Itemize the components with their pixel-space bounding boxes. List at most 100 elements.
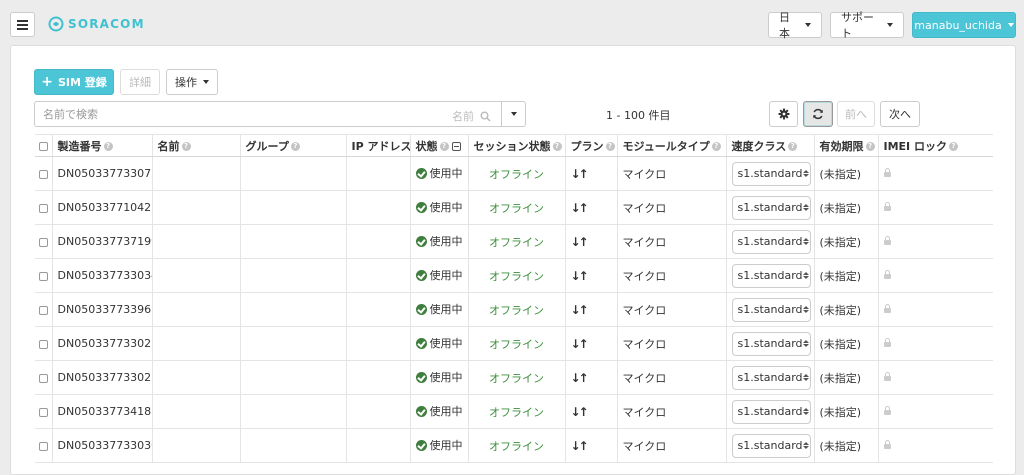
row-checkbox[interactable] — [39, 441, 48, 451]
speed-class-select[interactable]: s1.standard — [731, 161, 811, 186]
group-cell[interactable] — [240, 292, 347, 327]
help-icon[interactable]: ? — [552, 142, 562, 151]
help-icon[interactable]: ? — [290, 142, 300, 151]
settings-button[interactable] — [769, 101, 798, 127]
lock-icon[interactable] — [883, 372, 891, 381]
refresh-button[interactable] — [803, 101, 833, 127]
header-plan[interactable]: プラン? — [565, 134, 618, 157]
header-status[interactable]: 状態? — [410, 134, 469, 157]
table-row[interactable]: DN0503377330220 使用中 オフライン ↓↑ マイクロ s1.sta… — [35, 360, 993, 395]
help-icon[interactable]: ? — [948, 142, 958, 151]
lock-icon[interactable] — [883, 168, 891, 177]
speed-class-select[interactable]: s1.standard — [731, 433, 811, 458]
register-sim-button[interactable]: + SIM 登録 — [34, 69, 114, 95]
help-icon[interactable]: ? — [788, 142, 798, 151]
status-label: 使用中 — [429, 371, 463, 385]
speed-class-select[interactable]: s1.standard — [731, 229, 811, 254]
select-all-checkbox[interactable] — [39, 141, 48, 151]
lock-icon[interactable] — [883, 304, 891, 313]
row-checkbox[interactable] — [39, 305, 48, 315]
row-checkbox[interactable] — [39, 339, 48, 349]
help-icon[interactable]: ? — [711, 142, 721, 151]
name-cell[interactable] — [152, 326, 241, 361]
group-cell[interactable] — [240, 394, 347, 429]
help-icon[interactable]: ? — [103, 142, 113, 151]
up-down-arrows-icon: ↓↑ — [570, 336, 589, 351]
menu-button[interactable] — [10, 12, 35, 37]
next-page-button[interactable]: 次へ — [880, 101, 920, 127]
help-icon[interactable]: ? — [439, 142, 449, 151]
group-cell[interactable] — [240, 428, 347, 463]
name-cell[interactable] — [152, 156, 241, 191]
user-dropdown[interactable]: manabu_uchida — [912, 12, 1016, 38]
details-button[interactable]: 詳細 — [120, 69, 160, 95]
name-cell[interactable] — [152, 394, 241, 429]
help-icon[interactable]: ? — [605, 142, 615, 151]
header-module[interactable]: モジュールタイプ? — [617, 134, 727, 157]
speed-class-select[interactable]: s1.standard — [731, 399, 811, 424]
header-group[interactable]: グループ? — [240, 134, 347, 157]
select-arrows-icon — [802, 306, 809, 313]
group-cell[interactable] — [240, 190, 347, 225]
table-row[interactable]: DN0503377330340 使用中 オフライン ↓↑ マイクロ s1.sta… — [35, 258, 993, 293]
lock-icon[interactable] — [883, 406, 891, 415]
table-row[interactable]: DN0503377339650 使用中 オフライン ↓↑ マイクロ s1.sta… — [35, 292, 993, 327]
name-cell[interactable] — [152, 190, 241, 225]
speed-class-value: s1.standard — [737, 405, 803, 418]
header-name[interactable]: 名前? — [152, 134, 241, 157]
header-expiry[interactable]: 有効期限? — [814, 134, 879, 157]
speed-class-select[interactable]: s1.standard — [731, 297, 811, 322]
row-checkbox[interactable] — [39, 203, 48, 213]
prev-page-button[interactable]: 前へ — [837, 101, 875, 127]
name-cell[interactable] — [152, 428, 241, 463]
serial-number: DN0503377330300 — [57, 439, 152, 452]
group-cell[interactable] — [240, 258, 347, 293]
lock-icon[interactable] — [883, 338, 891, 347]
table-row[interactable]: DN0503377330300 使用中 オフライン ↓↑ マイクロ s1.sta… — [35, 428, 993, 463]
sim-list-panel: + SIM 登録 詳細 操作 名前で検索 名前 1 - 100 件目 前へ 次へ… — [10, 45, 1016, 475]
speed-class-select[interactable]: s1.standard — [731, 195, 811, 220]
speed-class-select[interactable]: s1.standard — [731, 263, 811, 288]
search-input[interactable]: 名前で検索 名前 — [34, 101, 502, 127]
language-dropdown[interactable]: 日本 — [768, 11, 822, 40]
filter-icon[interactable] — [451, 142, 461, 151]
help-icon[interactable]: ? — [865, 142, 875, 151]
header-session[interactable]: セッション状態? — [468, 134, 566, 157]
group-cell[interactable] — [240, 326, 347, 361]
search-options-dropdown[interactable] — [501, 101, 526, 127]
group-cell[interactable] — [240, 360, 347, 395]
logo[interactable]: SORACOM — [48, 16, 145, 32]
lock-icon[interactable] — [883, 236, 891, 245]
support-dropdown[interactable]: サポート — [830, 11, 904, 40]
row-checkbox[interactable] — [39, 373, 48, 383]
row-checkbox[interactable] — [39, 237, 48, 247]
lock-icon[interactable] — [883, 440, 891, 449]
header-serial[interactable]: 製造番号? — [52, 134, 153, 157]
speed-class-select[interactable]: s1.standard — [731, 331, 811, 356]
lock-icon[interactable] — [883, 270, 891, 279]
group-cell[interactable] — [240, 224, 347, 259]
row-checkbox[interactable] — [39, 271, 48, 281]
header-speed[interactable]: 速度クラス? — [726, 134, 815, 157]
name-cell[interactable] — [152, 360, 241, 395]
speed-class-value: s1.standard — [737, 439, 803, 452]
name-cell[interactable] — [152, 258, 241, 293]
table-row[interactable]: DN0503377330210 使用中 オフライン ↓↑ マイクロ s1.sta… — [35, 326, 993, 361]
module-type: マイクロ — [622, 371, 667, 385]
name-cell[interactable] — [152, 292, 241, 327]
row-checkbox[interactable] — [39, 407, 48, 417]
header-imei-lock[interactable]: IMEI ロック? — [878, 134, 993, 157]
name-cell[interactable] — [152, 224, 241, 259]
row-checkbox[interactable] — [39, 169, 48, 179]
table-row[interactable]: DN0503377371990 使用中 オフライン ↓↑ マイクロ s1.sta… — [35, 224, 993, 259]
table-row[interactable]: DN0503377104270 使用中 オフライン ↓↑ マイクロ s1.sta… — [35, 190, 993, 225]
speed-class-select[interactable]: s1.standard — [731, 365, 811, 390]
group-cell[interactable] — [240, 156, 347, 191]
table-row[interactable]: DN0503377330730 使用中 オフライン ↓↑ マイクロ s1.sta… — [35, 156, 993, 191]
lock-icon[interactable] — [883, 202, 891, 211]
header-ip[interactable]: IP アドレス — [346, 134, 411, 157]
up-down-arrows-icon: ↓↑ — [570, 268, 589, 283]
table-row[interactable]: DN0503377341810 使用中 オフライン ↓↑ マイクロ s1.sta… — [35, 394, 993, 429]
help-icon[interactable]: ? — [181, 142, 191, 151]
actions-dropdown[interactable]: 操作 — [166, 69, 218, 95]
